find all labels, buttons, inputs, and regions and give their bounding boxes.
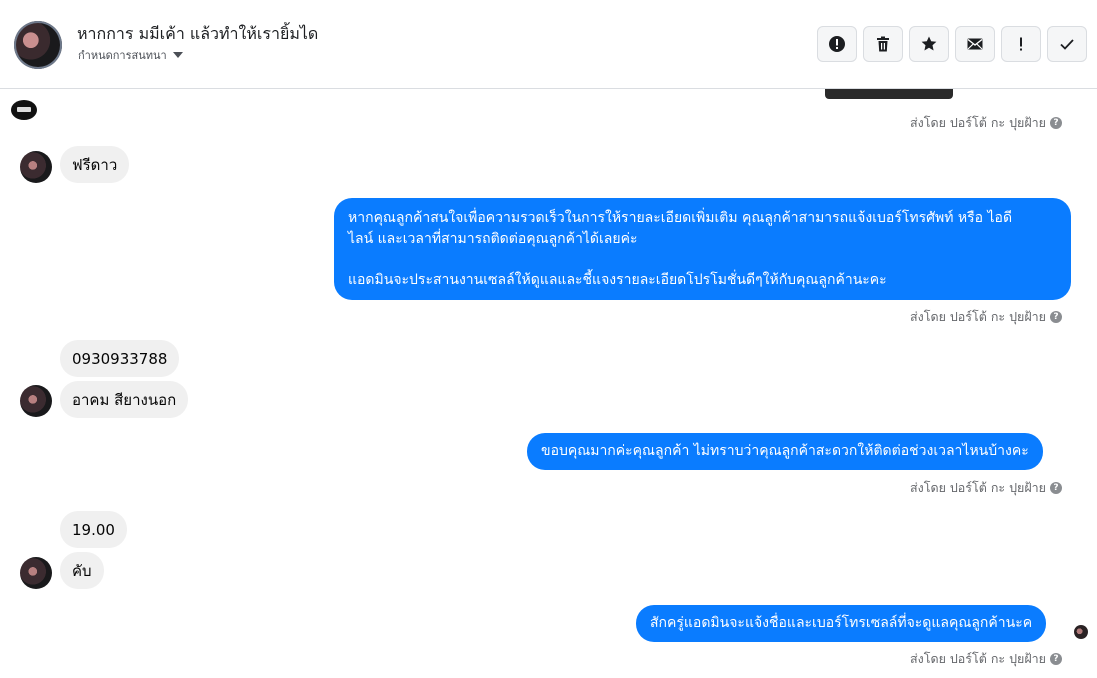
- help-icon[interactable]: ?: [1050, 653, 1063, 665]
- sender-label: ส่งโดย ปอร์โต้ กะ ปุยฝ้าย: [910, 309, 1047, 324]
- exclamation-icon: [1020, 37, 1022, 51]
- outgoing-message: ขอบคุณมากค่ะคุณลูกค้า ไม่ทราบว่าคุณลูกค้…: [527, 433, 1043, 470]
- user-avatar[interactable]: [20, 151, 52, 183]
- sender-label: ส่งโดย ปอร์โต้ กะ ปุยฝ้าย: [910, 115, 1047, 130]
- sender-label: ส่งโดย ปอร์โต้ กะ ปุยฝ้าย: [910, 480, 1047, 495]
- message-line: ไลน์ และเวลาที่สามารถติดต่อคุณลูกค้าได้เ…: [348, 230, 638, 247]
- header-actions: [817, 26, 1087, 62]
- check-icon: [1060, 39, 1074, 50]
- shared-image-preview[interactable]: [825, 89, 953, 99]
- delete-button[interactable]: [863, 26, 903, 62]
- sender-note: ส่งโดย ปอร์โต้ กะ ปุยฝ้าย ?: [910, 478, 1063, 498]
- message-line: หากคุณลูกค้าสนใจเพื่อความรวดเร็วในการให้…: [348, 210, 1013, 226]
- user-avatar[interactable]: [20, 557, 52, 589]
- star-button[interactable]: [909, 26, 949, 62]
- mail-button[interactable]: [955, 26, 995, 62]
- incoming-message: ฟรีดาว: [60, 146, 130, 183]
- sender-note: ส่งโดย ปอร์โต้ กะ ปุยฝ้าย ?: [910, 113, 1063, 133]
- sender-label: ส่งโดย ปอร์โต้ กะ ปุยฝ้าย: [910, 651, 1047, 666]
- caret-down-icon: [172, 52, 183, 58]
- conversation-header: หากการ มมีเค้า แล้วทำให้เรายิ้มได กำหนดก…: [0, 0, 1097, 89]
- incoming-message: 0930933788: [60, 340, 180, 377]
- outgoing-message: หากคุณลูกค้าสนใจเพื่อความรวดเร็วในการให้…: [334, 198, 1071, 300]
- help-icon[interactable]: ?: [1050, 311, 1063, 323]
- outgoing-message: สักครู่แอดมินจะแจ้งชื่อและเบอร์โทรเซลล์ท…: [636, 605, 1047, 642]
- assign-label: กำหนดการสนทนา: [78, 49, 167, 62]
- sender-note: ส่งโดย ปอร์โต้ กะ ปุยฝ้าย ?: [910, 649, 1063, 669]
- help-icon[interactable]: ?: [1050, 117, 1063, 129]
- incoming-message: คับ: [60, 552, 104, 589]
- star-icon: [921, 36, 937, 51]
- mark-done-button[interactable]: [1047, 26, 1087, 62]
- mark-important-button[interactable]: [1001, 26, 1041, 62]
- alert-circle-icon: [829, 36, 845, 52]
- user-avatar[interactable]: [20, 385, 52, 417]
- envelope-icon: [967, 38, 983, 50]
- contact-avatar[interactable]: [14, 21, 62, 69]
- report-button[interactable]: [817, 26, 857, 62]
- contact-name[interactable]: หากการ มมีเค้า แล้วทำให้เรายิ้มได: [77, 22, 318, 47]
- seen-indicator-avatar: [1074, 625, 1088, 639]
- page-logo: [11, 100, 37, 120]
- help-icon[interactable]: ?: [1050, 482, 1063, 494]
- conversation-assign-dropdown[interactable]: กำหนดการสนทนา: [78, 46, 183, 64]
- incoming-message: 19.00: [60, 511, 127, 548]
- message-line: แอดมินจะประสานงานเซลล์ให้ดูแลและชี้แจงรา…: [348, 271, 887, 288]
- trash-icon: [877, 36, 889, 52]
- sender-note: ส่งโดย ปอร์โต้ กะ ปุยฝ้าย ?: [910, 307, 1063, 327]
- incoming-message: อาคม สียางนอก: [60, 381, 189, 418]
